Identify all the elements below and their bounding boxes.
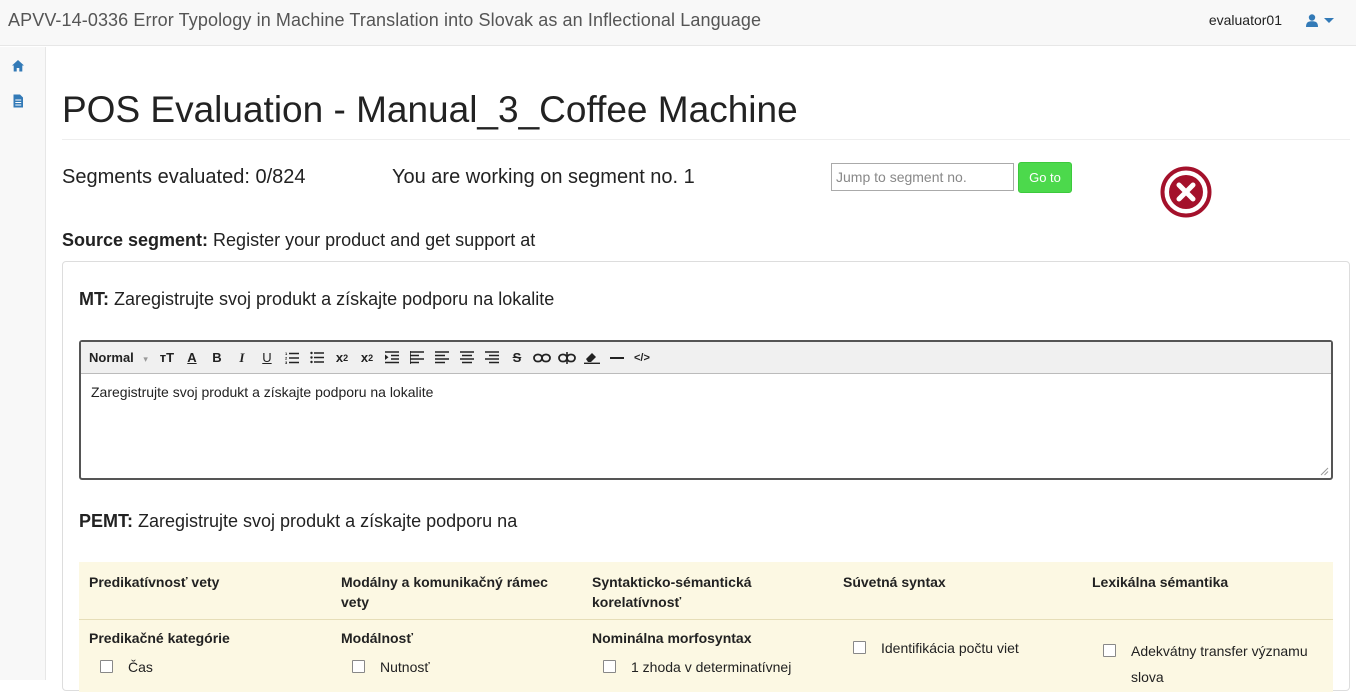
close-circle-icon[interactable] <box>1160 166 1212 218</box>
pemt-line: PEMT: Zaregistrujte svoj produkt a získa… <box>79 511 517 532</box>
bold-icon[interactable]: B <box>208 348 226 368</box>
format-select[interactable]: Normal ▾ <box>89 350 148 365</box>
checkbox-label: Adekvátny transfer významu slova <box>1131 643 1308 685</box>
jump-to-segment-input[interactable] <box>831 163 1014 191</box>
col-subheader: Nominálna morfosyntax <box>592 630 752 646</box>
rich-text-editor[interactable]: Normal ▾ тT A B I U 123 x2 x2 S </> Zare… <box>79 340 1333 480</box>
strikethrough-icon[interactable]: S <box>508 348 526 368</box>
top-navbar: APVV-14-0336 Error Typology in Machine T… <box>0 0 1356 46</box>
app-title[interactable]: APVV-14-0336 Error Typology in Machine T… <box>8 10 761 31</box>
username: evaluator01 <box>1208 12 1282 28</box>
col-header: Predikatívnosť vety <box>89 574 220 590</box>
format-select-value: Normal <box>89 350 134 365</box>
checkbox[interactable] <box>853 641 866 654</box>
col-subheader: Predikačné kategórie <box>89 630 230 646</box>
editor-toolbar: Normal ▾ тT A B I U 123 x2 x2 S </> <box>81 342 1331 374</box>
document-icon[interactable] <box>11 94 25 108</box>
source-code-icon[interactable]: </> <box>633 348 651 368</box>
go-to-button[interactable]: Go to <box>1018 162 1072 193</box>
horizontal-rule-icon[interactable] <box>608 348 626 368</box>
source-segment: Source segment: Register your product an… <box>62 230 535 251</box>
col-header: Súvetná syntax <box>843 574 946 590</box>
editor-content[interactable]: Zaregistrujte svoj produkt a získajte po… <box>91 384 433 400</box>
checkbox[interactable] <box>1103 644 1116 657</box>
checkbox-label: Nutnosť <box>380 659 430 675</box>
subscript-icon[interactable]: x2 <box>333 348 351 368</box>
resize-handle-icon[interactable] <box>1319 466 1329 476</box>
checkbox[interactable] <box>352 660 365 673</box>
checkbox[interactable] <box>100 660 113 673</box>
bullet-list-icon[interactable] <box>308 348 326 368</box>
superscript-icon[interactable]: x2 <box>358 348 376 368</box>
source-text: Register your product and get support at <box>208 230 536 250</box>
pemt-label: PEMT: <box>79 511 133 531</box>
mt-label: MT: <box>79 289 109 309</box>
justify-icon[interactable] <box>483 348 501 368</box>
evaluation-panel: MT: Zaregistrujte svoj produkt a získajt… <box>62 261 1350 692</box>
checkbox-item[interactable]: 1 zhoda v determinatívnej <box>603 657 803 677</box>
sidebar <box>0 47 46 680</box>
page-title: POS Evaluation - Manual_3_Coffee Machine <box>62 89 798 130</box>
current-segment: You are working on segment no. 1 <box>392 166 695 188</box>
checkbox-item[interactable]: Identifikácia počtu viet <box>853 638 1019 658</box>
checkbox-label: Čas <box>128 659 153 675</box>
user-icon <box>1306 13 1318 27</box>
chevron-down-icon <box>1324 17 1334 23</box>
align-left-icon[interactable] <box>408 348 426 368</box>
checkbox-item[interactable]: Adekvátny transfer významu slova <box>1103 638 1328 690</box>
italic-icon[interactable]: I <box>233 348 251 368</box>
checkbox-item[interactable]: Nutnosť <box>352 657 430 677</box>
text-color-icon[interactable]: A <box>183 348 201 368</box>
col-subheader: Modálnosť <box>341 630 414 646</box>
unlink-icon[interactable] <box>558 348 576 368</box>
checkbox[interactable] <box>603 660 616 673</box>
checkbox-label: 1 zhoda v determinatívnej <box>631 659 792 675</box>
col-header: Modálny a komunikačný rámec vety <box>341 574 548 610</box>
indent-icon[interactable] <box>383 348 401 368</box>
segments-evaluated: Segments evaluated: 0/824 <box>62 166 306 188</box>
col-header: Lexikálna sémantika <box>1092 574 1229 590</box>
checkbox-label: Identifikácia počtu viet <box>881 640 1019 656</box>
user-area: evaluator01 <box>1209 12 1334 28</box>
col-header: Syntakticko-sémantická korelatívnosť <box>592 574 752 610</box>
clear-format-icon[interactable] <box>583 348 601 368</box>
dropdown-arrow-icon: ▾ <box>143 354 148 364</box>
error-category-table: Predikatívnosť vety Modálny a komunikačn… <box>79 562 1333 692</box>
source-label: Source segment: <box>62 230 209 250</box>
align-center-icon[interactable] <box>433 348 451 368</box>
mt-text: Zaregistrujte svoj produkt a získajte po… <box>109 289 555 309</box>
table-header: Predikatívnosť vety Modálny a komunikačn… <box>79 562 1333 620</box>
link-icon[interactable] <box>533 348 551 368</box>
user-menu-toggle[interactable] <box>1306 13 1334 27</box>
svg-text:3: 3 <box>285 360 288 364</box>
mt-line: MT: Zaregistrujte svoj produkt a získajt… <box>79 289 554 310</box>
underline-icon[interactable]: U <box>258 348 276 368</box>
align-right-icon[interactable] <box>458 348 476 368</box>
pemt-text: Zaregistrujte svoj produkt a získajte po… <box>133 511 518 531</box>
font-size-icon[interactable]: тT <box>158 348 176 368</box>
ordered-list-icon[interactable]: 123 <box>283 348 301 368</box>
divider <box>62 139 1350 140</box>
home-icon[interactable] <box>11 59 25 73</box>
checkbox-item[interactable]: Čas <box>100 657 153 677</box>
